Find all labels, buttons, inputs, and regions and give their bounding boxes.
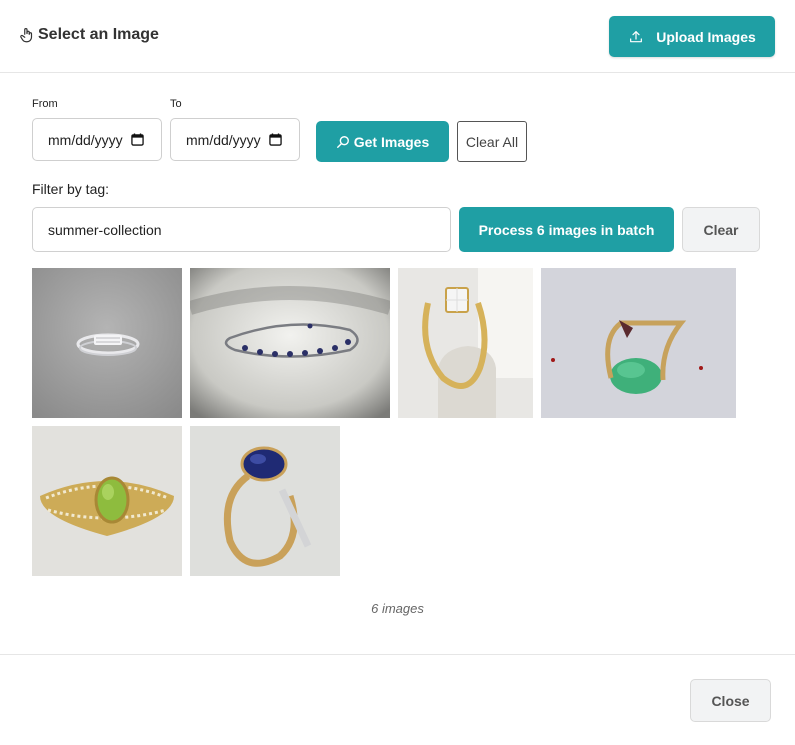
- image-thumbnail-sapphire-tennis-bracelet[interactable]: [190, 268, 390, 418]
- tag-filter-value: summer-collection: [48, 221, 162, 238]
- image-thumbnail-diamond-engagement-ring[interactable]: [398, 268, 533, 418]
- process-batch-button[interactable]: Process 6 images in batch: [459, 207, 674, 252]
- hand-pointer-icon: [20, 28, 33, 43]
- calendar-icon[interactable]: [130, 133, 144, 146]
- to-label: To: [170, 98, 182, 110]
- to-date-placeholder: mm/dd/yyyy: [186, 131, 261, 148]
- upload-images-label: Upload Images: [656, 28, 756, 45]
- search-icon: [336, 135, 349, 148]
- image-thumbnail-gold-ring-with-green-stone[interactable]: [541, 268, 736, 418]
- from-date-input[interactable]: mm/dd/yyyy: [32, 118, 162, 161]
- tag-filter-input[interactable]: summer-collection: [32, 207, 451, 252]
- filter-by-tag-label: Filter by tag:: [32, 181, 110, 197]
- from-date-placeholder: mm/dd/yyyy: [48, 131, 123, 148]
- upload-images-button[interactable]: Upload Images: [609, 16, 775, 57]
- get-images-button[interactable]: Get Images: [316, 121, 449, 162]
- dialog-title: Select an Image: [18, 26, 159, 44]
- dialog-title-text: Select an Image: [38, 26, 159, 43]
- image-thumbnail-sapphire-gold-ring[interactable]: [190, 426, 340, 576]
- image-count: 6 images: [371, 601, 424, 616]
- clear-tag-button[interactable]: Clear: [682, 207, 760, 252]
- get-images-label: Get Images: [353, 133, 430, 150]
- calendar-icon[interactable]: [268, 133, 282, 146]
- clear-all-button[interactable]: Clear All: [457, 121, 527, 162]
- image-thumbnail-peridot-gold-ring[interactable]: [32, 426, 182, 576]
- image-thumbnail-white-gold-band-ring[interactable]: [32, 268, 182, 418]
- from-label: From: [32, 98, 58, 110]
- dialog-footer: [0, 654, 795, 745]
- upload-icon: [630, 30, 643, 42]
- close-button[interactable]: Close: [690, 679, 771, 722]
- to-date-input[interactable]: mm/dd/yyyy: [170, 118, 300, 161]
